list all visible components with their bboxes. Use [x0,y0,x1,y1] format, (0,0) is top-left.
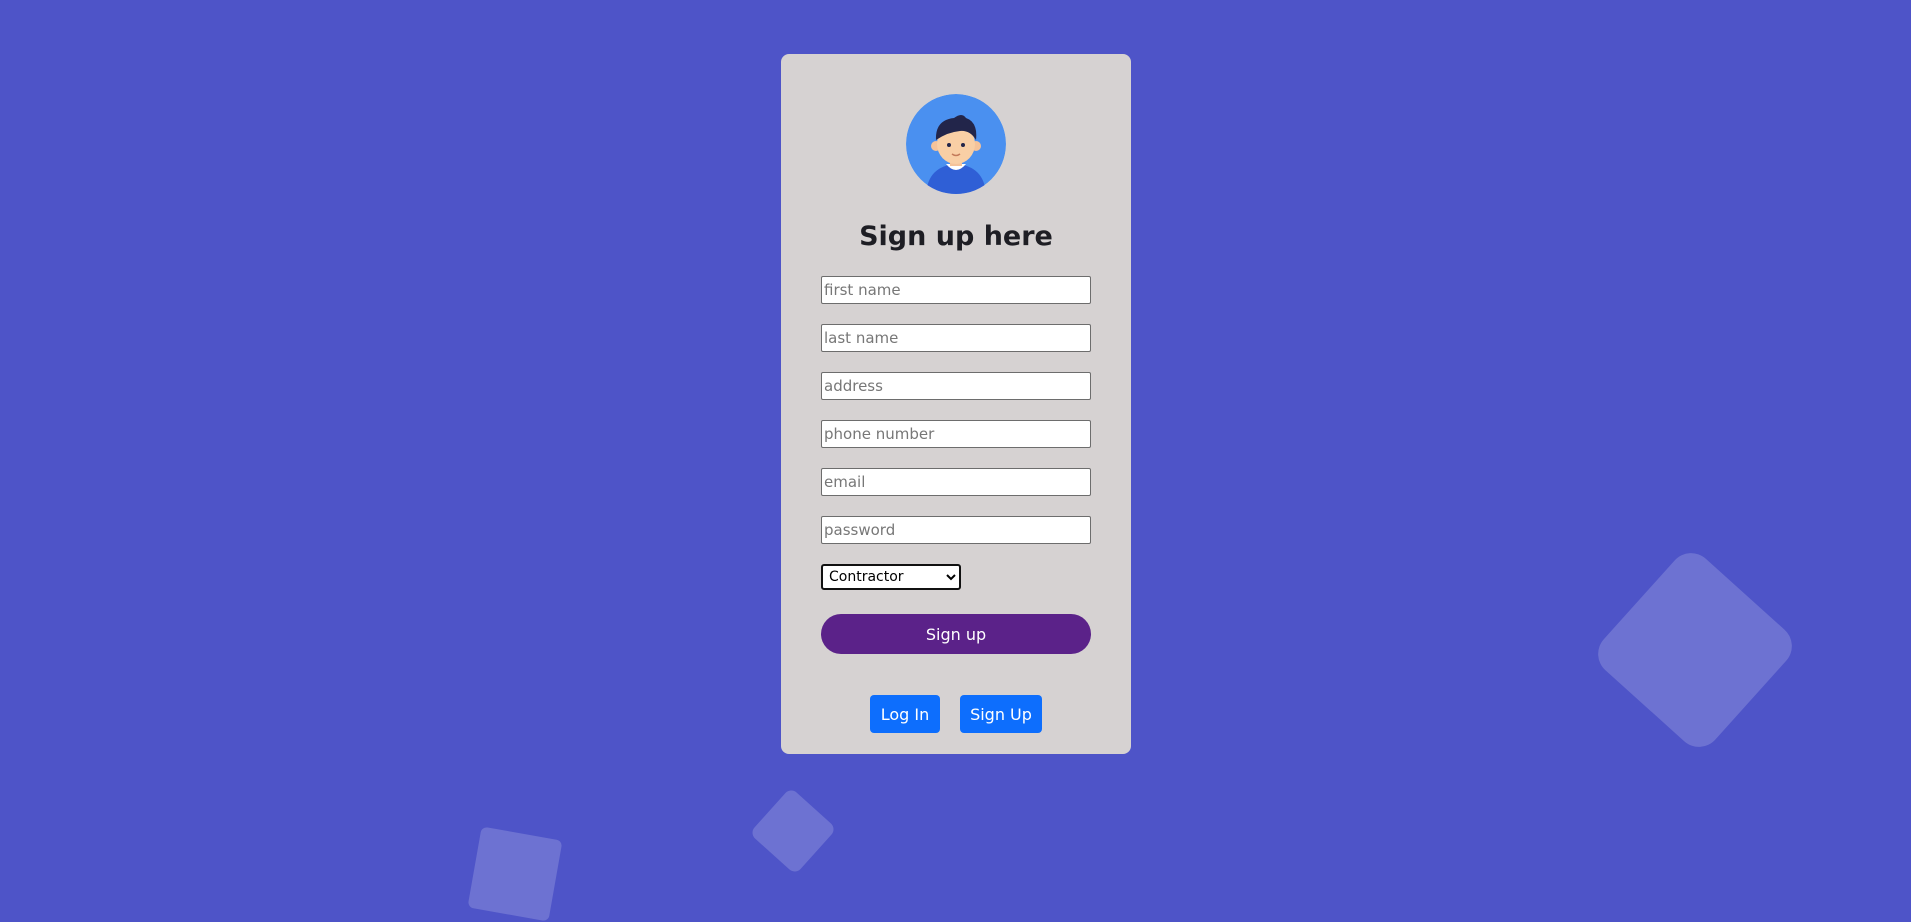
page-title: Sign up here [859,221,1053,252]
background-decoration-medium [749,787,837,875]
sign-up-submit-button[interactable]: Sign up [821,614,1091,654]
background-decoration-large [1589,544,1801,756]
phone-number-input[interactable] [821,420,1091,448]
password-input[interactable] [821,516,1091,544]
log-in-button[interactable]: Log In [870,695,940,733]
address-input[interactable] [821,372,1091,400]
user-avatar-icon [906,94,1006,194]
first-name-input[interactable] [821,276,1091,304]
signup-card: Sign up here Contractor Sign up Log In S… [781,54,1131,754]
role-select[interactable]: Contractor [821,564,961,590]
last-name-input[interactable] [821,324,1091,352]
background-decoration-small [467,826,563,922]
sign-up-nav-button[interactable]: Sign Up [960,695,1042,733]
email-input[interactable] [821,468,1091,496]
